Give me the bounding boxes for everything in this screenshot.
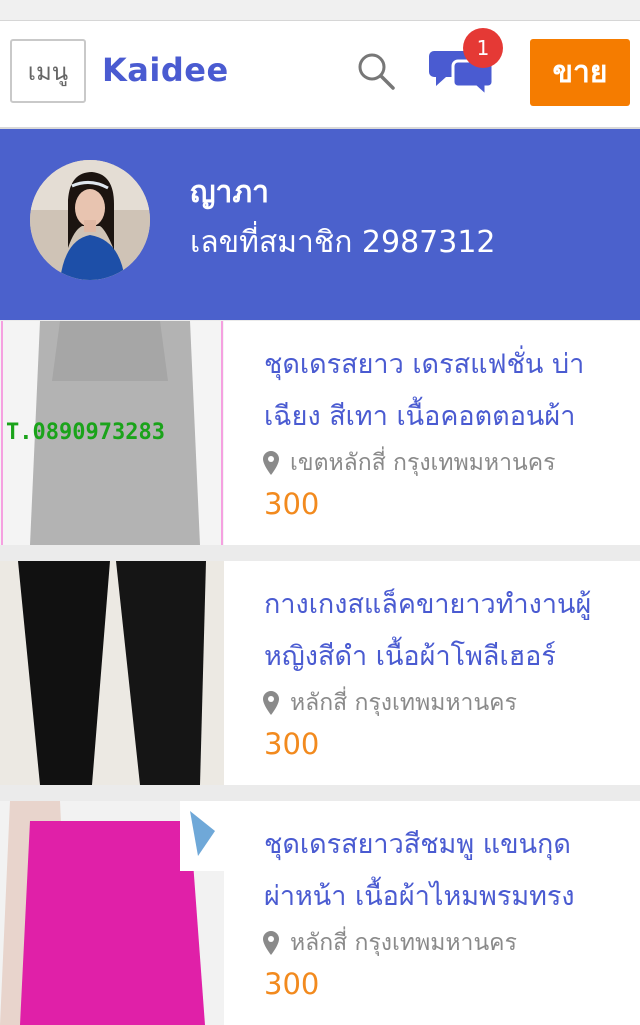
location-pin-icon: [263, 451, 279, 475]
listing-title[interactable]: ชุดเดรสยาว เดรสแฟชั่น บ่า เฉียง สีเทา เน…: [264, 339, 640, 443]
avatar[interactable]: [30, 160, 150, 280]
listing-thumbnail[interactable]: [0, 801, 224, 1025]
search-icon[interactable]: [356, 51, 396, 91]
listing-card[interactable]: ชุดเดรสยาวสีชมพู แขนกุด ผ่าหน้า เนื้อผ้า…: [0, 801, 640, 1025]
menu-button[interactable]: เมนู: [10, 39, 86, 103]
listing-location: เขตหลักสี่ กรุงเทพมหานคร: [262, 445, 555, 481]
location-pin-icon: [263, 691, 279, 715]
app-header: เมนู Kaidee 1 ขาย: [0, 21, 640, 129]
top-strip: [0, 0, 640, 21]
chat-badge: 1: [463, 28, 503, 68]
kaidee-logo[interactable]: Kaidee: [102, 51, 229, 89]
listing-card[interactable]: กางเกงสแล็คขายาวทำงานผู้ หญิงสีดำ เนื้อผ…: [0, 561, 640, 785]
watermark-text: T.0890973283: [6, 420, 165, 445]
sell-button[interactable]: ขาย: [530, 39, 630, 106]
profile-name: ญาภา: [190, 175, 270, 210]
listing-price: 300: [264, 487, 320, 521]
listing-price: 300: [264, 967, 320, 1001]
listing-price: 300: [264, 727, 320, 761]
listing-location: หลักสี่ กรุงเทพมหานคร: [262, 685, 517, 721]
listing-thumbnail[interactable]: [0, 561, 224, 785]
listing-thumbnail[interactable]: T.0890973283: [0, 321, 224, 545]
profile-banner: ญาภา เลขที่สมาชิก 2987312: [0, 129, 640, 320]
listing-card[interactable]: T.0890973283 ชุดเดรสยาว เดรสแฟชั่น บ่า เ…: [0, 321, 640, 545]
listing-title[interactable]: กางเกงสแล็คขายาวทำงานผู้ หญิงสีดำ เนื้อผ…: [264, 579, 640, 683]
member-id: เลขที่สมาชิก 2987312: [190, 225, 496, 260]
listing-title[interactable]: ชุดเดรสยาวสีชมพู แขนกุด ผ่าหน้า เนื้อผ้า…: [264, 819, 640, 923]
listing-location: หลักสี่ กรุงเทพมหานคร: [262, 925, 517, 961]
